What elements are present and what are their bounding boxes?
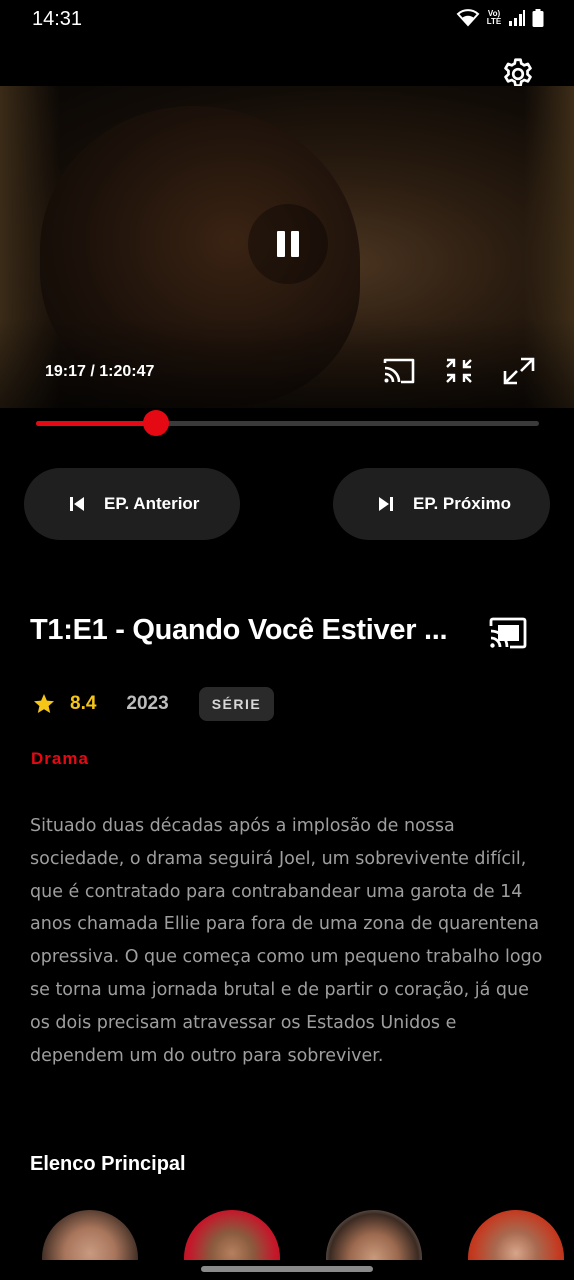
cast-avatar[interactable] bbox=[326, 1210, 422, 1260]
home-indicator[interactable] bbox=[201, 1266, 373, 1272]
cast-avatar[interactable] bbox=[184, 1210, 280, 1260]
status-bar: 14:31 Vo) LTE bbox=[0, 0, 574, 40]
cast-list bbox=[0, 1210, 574, 1260]
cast-avatar[interactable] bbox=[468, 1210, 564, 1260]
cast-icon[interactable] bbox=[379, 351, 419, 391]
cast-heading: Elenco Principal bbox=[30, 1153, 186, 1175]
genre-label: Drama bbox=[31, 749, 89, 768]
next-episode-label: EP. Próximo bbox=[413, 494, 511, 513]
fit-screen-icon[interactable] bbox=[439, 351, 479, 391]
next-episode-button[interactable]: EP. Próximo bbox=[333, 468, 550, 540]
cast-icon[interactable] bbox=[486, 614, 530, 654]
progress-track[interactable] bbox=[36, 410, 539, 436]
status-time: 14:31 bbox=[32, 8, 83, 30]
battery-icon bbox=[532, 9, 544, 27]
progress-fill bbox=[36, 421, 156, 426]
skip-next-icon bbox=[379, 497, 393, 511]
episode-title: T1:E1 - Quando Você Estiver ... bbox=[30, 614, 448, 646]
star-icon bbox=[34, 694, 54, 713]
volte-icon: Vo) LTE bbox=[486, 9, 502, 26]
status-icons: Vo) LTE bbox=[456, 9, 544, 27]
rating-value: 8.4 bbox=[70, 693, 97, 714]
meta-row: 8.4 2023 SÉRIE bbox=[32, 686, 275, 722]
wifi-icon bbox=[456, 9, 480, 27]
release-year: 2023 bbox=[126, 693, 169, 714]
video-player[interactable]: 19:17 / 1:20:47 bbox=[0, 86, 574, 408]
previous-episode-button[interactable]: EP. Anterior bbox=[24, 468, 240, 540]
pause-icon-bar-left bbox=[277, 231, 285, 257]
pause-button[interactable] bbox=[248, 204, 328, 284]
fullscreen-icon[interactable] bbox=[499, 351, 539, 391]
type-badge: SÉRIE bbox=[198, 687, 275, 721]
timecode: 19:17 / 1:20:47 bbox=[45, 363, 155, 380]
previous-episode-label: EP. Anterior bbox=[104, 494, 200, 513]
cast-avatar[interactable] bbox=[42, 1210, 138, 1260]
synopsis: Situado duas décadas após a implosão de … bbox=[30, 816, 543, 1066]
signal-icon bbox=[509, 10, 525, 26]
progress-thumb[interactable] bbox=[142, 410, 169, 436]
pause-icon-bar-right bbox=[291, 231, 299, 257]
skip-previous-icon bbox=[70, 497, 84, 511]
